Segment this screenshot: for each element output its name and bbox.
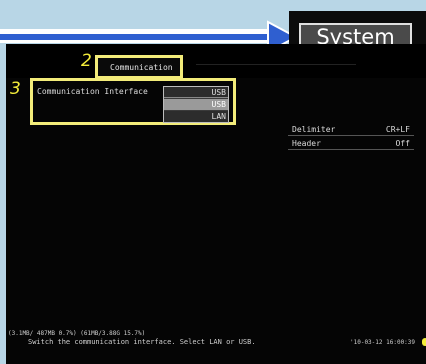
interface-dropdown[interactable]: USB USB LAN: [163, 86, 229, 123]
delimiter-underline: [288, 135, 414, 136]
memory-status: (3.1MB/ 487MB 0.7%) (61MB/3.88G 15.7%): [8, 330, 146, 337]
tab-communication[interactable]: Communication: [95, 55, 183, 79]
clock: '10-03-12 16:00:39: [350, 339, 416, 346]
callout-3: 3: [10, 79, 21, 99]
interface-option-lan[interactable]: LAN: [164, 111, 228, 122]
status-bar: (3.1MB/ 487MB 0.7%) (61MB/3.88G 15.7%) S…: [6, 326, 426, 364]
interface-option-usb[interactable]: USB: [164, 99, 228, 110]
header-underline: [288, 149, 414, 150]
interface-option-current[interactable]: USB: [164, 87, 228, 98]
delimiter-setting[interactable]: Delimiter CR+LF: [286, 124, 416, 136]
tab-communication-label: Communication: [110, 63, 173, 72]
settings-panel: Delimiter CR+LF Header Off: [286, 124, 416, 154]
help-message: Switch the communication interface. Sele…: [28, 338, 256, 346]
callout-2: 2: [81, 51, 92, 71]
tab-bar: [6, 44, 426, 78]
device-screen: Communication Communication Interface US…: [6, 44, 426, 364]
status-indicator: [422, 338, 426, 346]
interface-panel: Communication Interface USB USB LAN: [30, 78, 236, 125]
ghost-divider: [196, 64, 356, 73]
interface-label: Communication Interface: [37, 87, 148, 96]
header-setting[interactable]: Header Off: [286, 138, 416, 150]
